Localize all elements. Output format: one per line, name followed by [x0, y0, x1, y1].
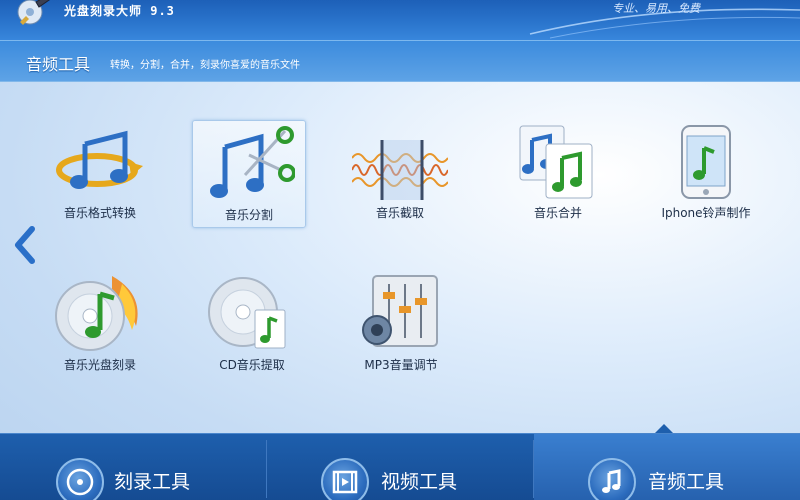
nav-label: 刻录工具 [114, 471, 191, 493]
app-title: 光盘刻录大师 9.3 [64, 4, 175, 18]
section-header: 音频工具 转换，分割，合并，刻录你喜爱的音乐文件 [0, 40, 800, 82]
waveform-trim-icon [352, 140, 448, 200]
tool-label: 音乐合并 [533, 206, 582, 220]
section-description: 转换，分割，合并，刻录你喜爱的音乐文件 [110, 60, 300, 71]
tool-music-format-convert[interactable]: 音乐格式转换 [45, 120, 155, 228]
section-title: 音频工具 [26, 55, 91, 74]
app-slogan: 专业、易用、免费 [612, 2, 700, 15]
music-merge-icon [519, 125, 593, 199]
tool-cd-extract[interactable]: CD音乐提取 [197, 272, 307, 380]
cd-extract-icon [208, 277, 286, 349]
app-logo-icon [17, 0, 50, 25]
tool-mp3-volume[interactable]: MP3音量调节 [345, 272, 457, 380]
tool-music-trim[interactable]: 音乐截取 [345, 120, 455, 228]
disc-icon [56, 458, 104, 500]
music-disc-burn-icon [55, 276, 138, 351]
film-icon [321, 458, 369, 500]
nav-label: 视频工具 [381, 471, 458, 493]
tool-label: 音乐格式转换 [63, 206, 136, 220]
chevron-left-icon[interactable] [10, 225, 38, 265]
tool-music-split[interactable]: 音乐分割 [192, 120, 306, 228]
music-split-icon [210, 126, 295, 198]
tool-label: CD音乐提取 [219, 358, 285, 372]
mp3-volume-icon [362, 275, 438, 347]
tool-iphone-ringtone[interactable]: Iphone铃声制作 [650, 120, 762, 228]
nav-label: 音频工具 [648, 471, 725, 493]
tab-audio-tools[interactable]: 音频工具 [534, 434, 800, 500]
tool-label: 音乐截取 [375, 206, 424, 220]
tool-label: 音乐分割 [224, 208, 273, 222]
tool-label: 音乐光盘刻录 [63, 358, 136, 372]
music-convert-icon [56, 130, 143, 189]
bottom-nav-bar: 刻录工具 视频工具 音频工具 [0, 433, 800, 500]
tab-burn-tools[interactable]: 刻录工具 [0, 434, 266, 500]
title-bar: 光盘刻录大师 9.3 专业、易用、免费 [0, 0, 800, 40]
iphone-ringtone-icon [681, 125, 731, 199]
tool-music-merge[interactable]: 音乐合并 [503, 120, 613, 228]
tab-video-tools[interactable]: 视频工具 [267, 434, 533, 500]
music-note-icon [588, 458, 636, 500]
tool-label: MP3音量调节 [364, 358, 438, 372]
tool-music-disc-burn[interactable]: 音乐光盘刻录 [45, 272, 155, 380]
tool-label: Iphone铃声制作 [661, 206, 751, 220]
app-window: 光盘刻录大师 9.3 专业、易用、免费 音频工具 转换，分割，合并，刻录你喜爱的… [0, 0, 800, 500]
